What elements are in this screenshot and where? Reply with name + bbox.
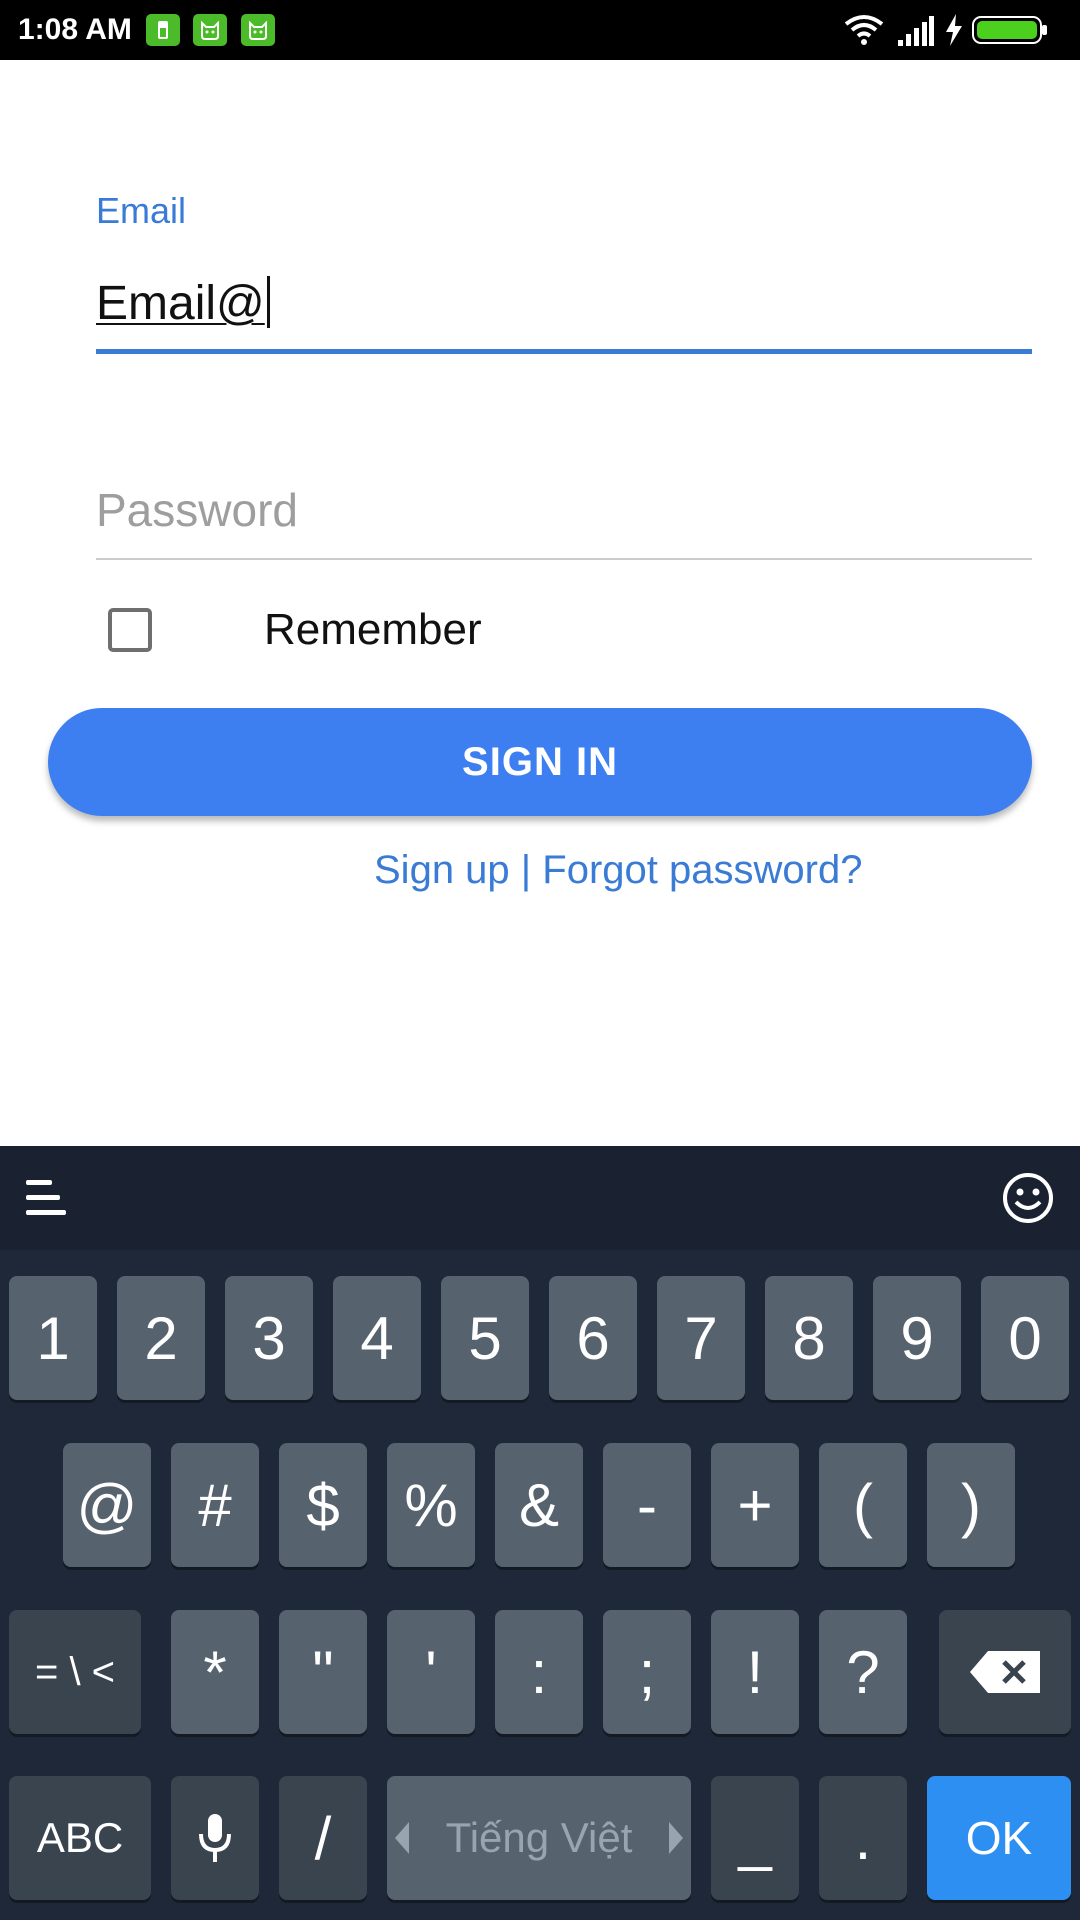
email-label: Email: [96, 190, 187, 231]
key-colon[interactable]: :: [495, 1610, 583, 1734]
key-period[interactable]: .: [819, 1776, 907, 1900]
key-hash[interactable]: #: [171, 1443, 259, 1567]
keyboard-toolbar: [0, 1146, 1080, 1250]
password-field[interactable]: Password: [96, 470, 1032, 560]
status-icons: [844, 12, 1064, 48]
key-minus[interactable]: -: [603, 1443, 691, 1567]
backspace-key[interactable]: [939, 1610, 1071, 1734]
chevron-right-icon: [669, 1822, 683, 1854]
wifi-icon: [844, 15, 884, 45]
emoji-icon[interactable]: [1002, 1172, 1054, 1224]
key-at[interactable]: @: [63, 1443, 151, 1567]
key-7[interactable]: 7: [657, 1276, 745, 1400]
android-cat-icon: [193, 14, 227, 46]
space-key[interactable]: Tiếng Việt: [387, 1776, 691, 1900]
charging-icon: [946, 14, 962, 46]
key-9[interactable]: 9: [873, 1276, 961, 1400]
signal-icon: [898, 16, 934, 46]
key-8[interactable]: 8: [765, 1276, 853, 1400]
key-slash[interactable]: /: [279, 1776, 367, 1900]
sign-up-link[interactable]: Sign up: [374, 848, 510, 892]
microphone-key[interactable]: [171, 1776, 259, 1900]
backspace-icon: [970, 1651, 1040, 1693]
key-1[interactable]: 1: [9, 1276, 97, 1400]
key-5[interactable]: 5: [441, 1276, 529, 1400]
text-cursor: [266, 276, 270, 329]
remember-label: Remember: [264, 605, 482, 654]
key-4[interactable]: 4: [333, 1276, 421, 1400]
email-field[interactable]: Email@: [96, 268, 1032, 354]
key-close-paren[interactable]: ): [927, 1443, 1015, 1567]
email-value: Email@: [96, 277, 265, 330]
key-question[interactable]: ?: [819, 1610, 907, 1734]
battery-app-icon: [146, 14, 180, 46]
microphone-icon: [199, 1814, 231, 1862]
soft-keyboard: 1 2 3 4 5 6 7 8 9 0 @ # $ % & - + ( ) = …: [0, 1146, 1080, 1920]
remember-checkbox[interactable]: [108, 608, 152, 652]
key-double-quote[interactable]: ": [279, 1610, 367, 1734]
more-symbols-key[interactable]: = \ <: [9, 1610, 141, 1734]
key-plus[interactable]: +: [711, 1443, 799, 1567]
status-time: 1:08 AM: [18, 13, 132, 46]
forgot-password-link[interactable]: Forgot password?: [542, 848, 862, 892]
auth-links: Sign up | Forgot password?: [374, 844, 862, 896]
abc-key[interactable]: ABC: [9, 1776, 151, 1900]
key-dollar[interactable]: $: [279, 1443, 367, 1567]
android-cat-icon: [241, 14, 275, 46]
link-separator: |: [509, 848, 543, 892]
key-2[interactable]: 2: [117, 1276, 205, 1400]
key-semicolon[interactable]: ;: [603, 1610, 691, 1734]
key-ampersand[interactable]: &: [495, 1443, 583, 1567]
key-single-quote[interactable]: ': [387, 1610, 475, 1734]
chevron-left-icon: [395, 1822, 409, 1854]
key-3[interactable]: 3: [225, 1276, 313, 1400]
keyboard-menu-icon[interactable]: [26, 1180, 66, 1220]
ok-key[interactable]: OK: [927, 1776, 1071, 1900]
key-underscore[interactable]: _: [711, 1776, 799, 1900]
key-asterisk[interactable]: *: [171, 1610, 259, 1734]
sign-in-button[interactable]: SIGN IN: [48, 708, 1032, 816]
key-6[interactable]: 6: [549, 1276, 637, 1400]
key-percent[interactable]: %: [387, 1443, 475, 1567]
status-bar: 1:08 AM: [0, 0, 1080, 60]
key-exclamation[interactable]: !: [711, 1610, 799, 1734]
space-key-label: Tiếng Việt: [445, 1814, 633, 1861]
key-0[interactable]: 0: [981, 1276, 1069, 1400]
battery-icon: [972, 16, 1047, 44]
key-open-paren[interactable]: (: [819, 1443, 907, 1567]
password-placeholder: Password: [96, 484, 298, 536]
